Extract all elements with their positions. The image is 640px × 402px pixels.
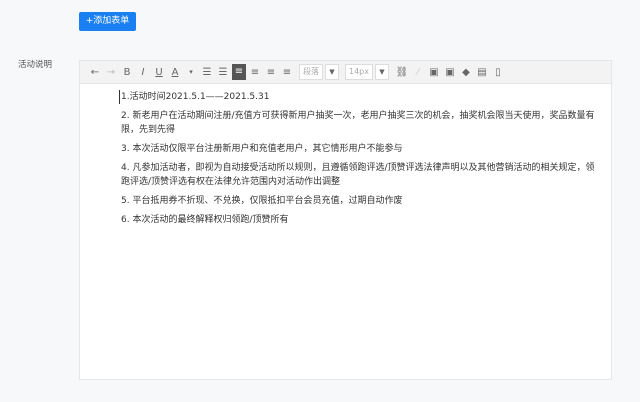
unordered-list-icon[interactable]: ☰ [216,67,230,78]
eraser-icon[interactable]: ◆ [459,67,473,78]
content-line-3: 3. 本次活动仅限平台注册新用户和充值老用户，其它情形用户不能参与 [121,144,403,154]
bold-icon[interactable]: B [120,67,134,78]
font-color-icon[interactable]: A [168,67,182,78]
undo-icon[interactable]: ← [88,67,102,78]
chevron-down-icon[interactable]: ▼ [375,64,389,80]
chevron-down-icon[interactable]: ▼ [325,64,339,80]
field-label: 活动说明 [18,60,53,70]
italic-icon[interactable]: I [136,67,150,78]
content-line-1: 1.活动时间2021.5.1——2021.5.31 [119,90,601,104]
underline-icon[interactable]: U [152,67,166,78]
image-icon[interactable]: ▣ [427,67,441,78]
unlink-icon[interactable]: ⁄ [411,67,425,78]
ordered-list-icon[interactable]: ☰ [200,67,214,78]
paste-icon[interactable]: ▤ [475,67,489,78]
redo-icon[interactable]: → [104,67,118,78]
content-line-4: 4. 凡参加活动者，即视为自动接受活动所以规则，且遵循领跑评选/顶赞评选法律声明… [121,163,595,187]
content-line-6: 6. 本次活动的最终解释权归领跑/顶赞所有 [121,215,289,225]
content-line-2: 2. 新老用户在活动期间注册/充值方可获得新用户抽奖一次，老用户抽奖三次的机会，… [121,111,595,135]
align-justify-icon[interactable]: ≡ [280,67,294,78]
caret-down-icon[interactable]: ▾ [184,68,198,76]
video-icon[interactable]: ▣ [443,67,457,78]
align-right-icon[interactable]: ≡ [264,67,278,78]
align-center-icon[interactable]: ≡ [248,67,262,78]
link-icon[interactable]: ⛓ [395,67,409,78]
align-left-icon[interactable]: ≡ [232,64,246,80]
editor-content[interactable]: 1.活动时间2021.5.1——2021.5.31 2. 新老用户在活动期间注册… [80,84,611,227]
paragraph-select[interactable]: 段落 [299,64,323,80]
content-line-5: 5. 平台抵用券不折现、不兑换，仅限抵扣平台会员充值，过期自动作废 [121,196,403,206]
fontsize-select[interactable]: 14px [345,64,373,80]
add-form-button[interactable]: +添加表单 [79,12,136,31]
editor-toolbar: ← → B I U A ▾ ☰ ☰ ≡ ≡ ≡ ≡ 段落 ▼ 14px ▼ ⛓ … [80,61,611,84]
file-icon[interactable]: ▯ [491,67,505,78]
rich-text-editor[interactable]: ← → B I U A ▾ ☰ ☰ ≡ ≡ ≡ ≡ 段落 ▼ 14px ▼ ⛓ … [79,60,612,380]
